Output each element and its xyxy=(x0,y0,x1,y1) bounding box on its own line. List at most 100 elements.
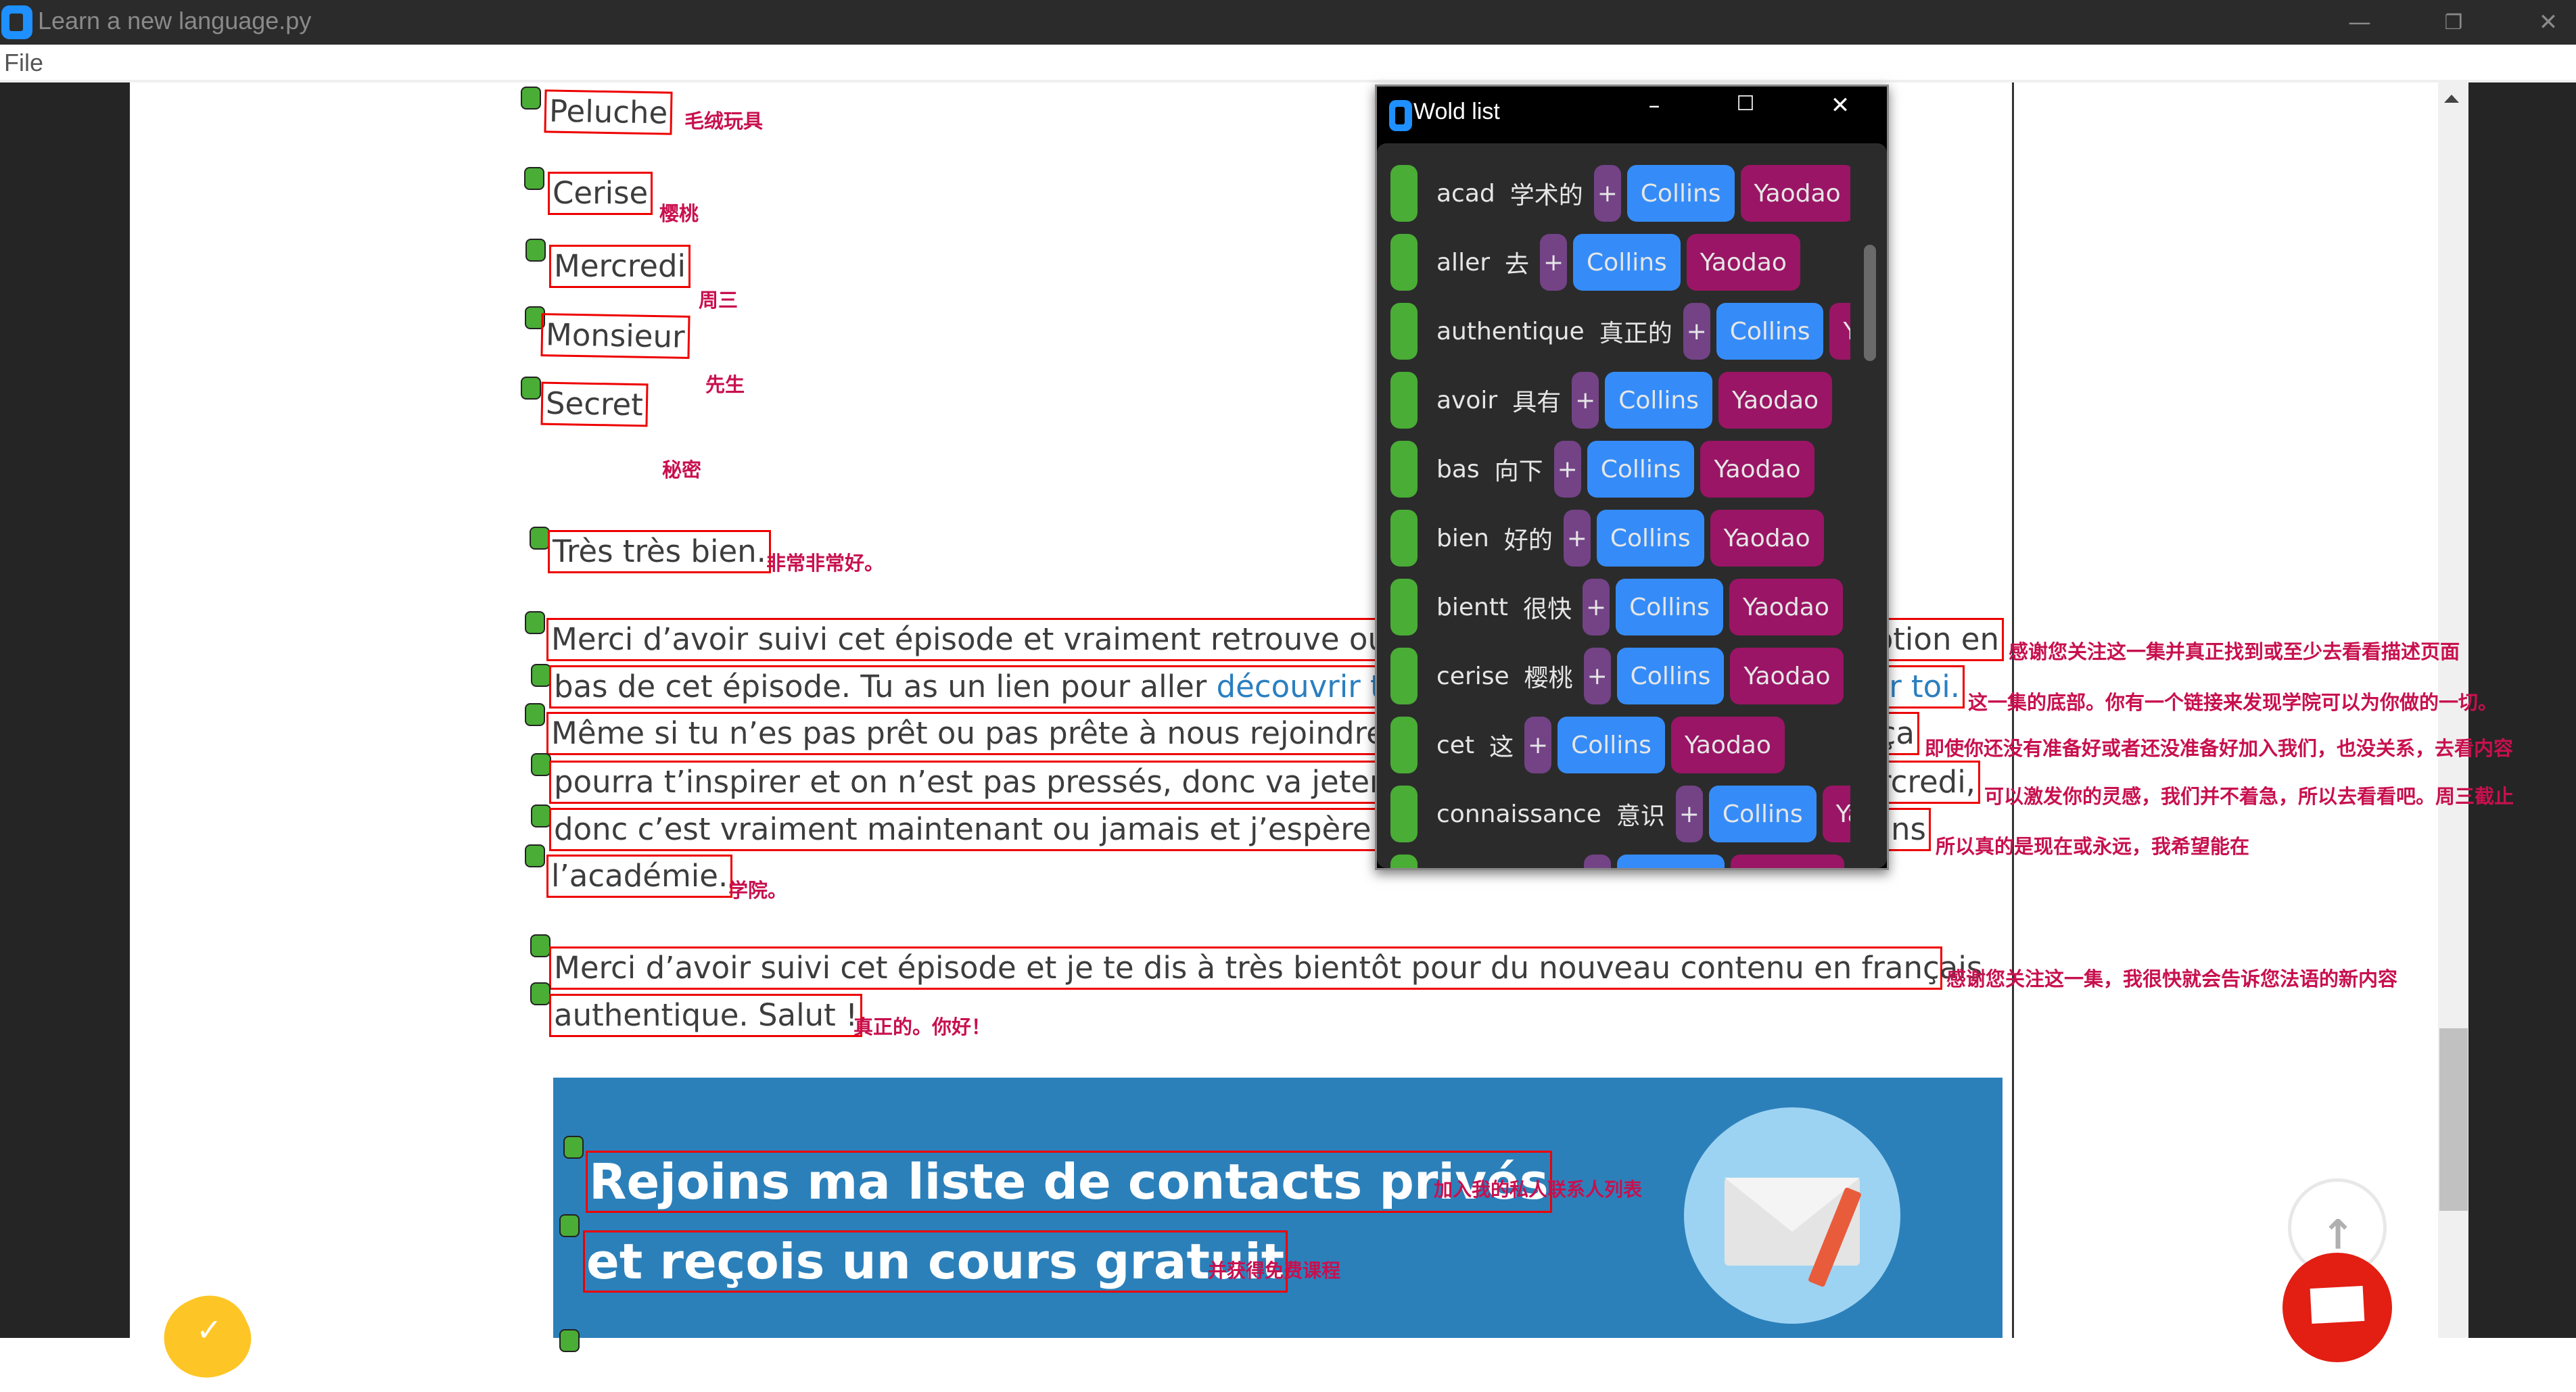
collins-button[interactable]: Collins xyxy=(1708,786,1817,842)
add-word-button[interactable]: + xyxy=(1563,510,1591,567)
banner-marker[interactable] xyxy=(559,1214,580,1237)
scrollbar-thumb[interactable] xyxy=(2439,1028,2468,1211)
yaodao-button[interactable]: Yaodao xyxy=(1686,234,1800,291)
word-known-toggle[interactable] xyxy=(1390,648,1418,704)
yaodao-button[interactable]: Yaodao xyxy=(1710,510,1824,567)
add-word-button[interactable]: + xyxy=(1572,372,1599,429)
banner-subheading[interactable]: et reçois un cours gratuit xyxy=(583,1230,1288,1293)
yaodao-button[interactable]: Yaodao xyxy=(1730,855,1844,868)
banner-subheading-translation: 并获得免费课程 xyxy=(1208,1259,1341,1282)
add-word-button[interactable]: + xyxy=(1583,648,1611,704)
minimize-button[interactable]: — xyxy=(2319,0,2400,45)
window-title: Learn a new language.py xyxy=(38,7,312,34)
collins-button[interactable]: Collins xyxy=(1605,372,1712,429)
yaodao-button[interactable]: Yaodao xyxy=(1829,303,1850,360)
sentence-marker[interactable] xyxy=(531,664,551,687)
add-word-button[interactable]: + xyxy=(1553,441,1581,498)
word-list-maximize-button[interactable]: ☐ xyxy=(1725,92,1766,116)
word-known-toggle[interactable] xyxy=(1390,441,1418,498)
word-known-toggle[interactable] xyxy=(1390,165,1418,222)
add-word-button[interactable]: + xyxy=(1584,855,1612,868)
vocab-marker[interactable] xyxy=(521,87,541,110)
sentence-line[interactable]: Merci d’avoir suivi cet épisode et je te… xyxy=(549,946,1982,990)
vocab-word[interactable]: Peluche xyxy=(544,89,673,135)
yaodao-button[interactable]: Yaodao xyxy=(1730,648,1844,704)
word-known-toggle[interactable] xyxy=(1390,855,1418,868)
word-list-row: authentique 真正的 +CollinsYaodao xyxy=(1390,303,1850,360)
word-list-word: cerise xyxy=(1436,662,1509,690)
banner-heading[interactable]: Rejoins ma liste de contacts privés xyxy=(586,1151,1552,1213)
sentence-marker[interactable] xyxy=(531,753,551,776)
sentence-line[interactable]: l’académie. xyxy=(546,855,733,898)
add-word-button[interactable]: + xyxy=(1675,786,1703,842)
vocab-marker[interactable] xyxy=(525,239,546,262)
word-list-window: Wold list – ☐ ✕ acad 学术的 + Collins Yaodao all… xyxy=(1375,85,1889,870)
add-word-button[interactable]: + xyxy=(1540,234,1568,291)
scroll-up-arrow-icon[interactable] xyxy=(2444,95,2459,103)
sentence-marker[interactable] xyxy=(525,703,545,726)
vocab-word[interactable]: Mercredi xyxy=(549,245,691,288)
collins-button[interactable]: Collins xyxy=(1587,441,1695,498)
restore-button[interactable]: ❐ xyxy=(2413,0,2494,45)
sentence-marker[interactable] xyxy=(525,844,545,867)
yaodao-button[interactable]: Yaodao xyxy=(1670,717,1785,773)
word-list-close-button[interactable]: ✕ xyxy=(1820,92,1860,119)
add-word-button[interactable]: + xyxy=(1583,579,1610,635)
collins-button[interactable]: Collins xyxy=(1596,510,1704,567)
sentence-marker[interactable] xyxy=(531,805,551,827)
check-lines-icon: ✓ xyxy=(196,1312,223,1348)
menu-bar: File xyxy=(0,45,2576,82)
collins-button[interactable]: Collins xyxy=(1616,648,1725,704)
sentence-line[interactable]: authentique. Salut ! xyxy=(549,994,863,1037)
sentence-translation: 真正的。你好！ xyxy=(853,1015,991,1038)
word-list-translation: 好的 xyxy=(1503,527,1553,554)
yaodao-button[interactable]: Yaodao xyxy=(1700,441,1814,498)
sentence-marker[interactable] xyxy=(530,934,551,957)
yaodao-button[interactable]: Yaodao xyxy=(1822,786,1850,842)
sentence-text: Même si tu n’es pas prêt ou pas prête à … xyxy=(551,715,1395,751)
add-word-button[interactable]: + xyxy=(1593,165,1621,222)
collins-button[interactable]: Collins xyxy=(1573,234,1681,291)
word-list-scrollbar[interactable] xyxy=(1864,245,1876,361)
vocab-word[interactable]: Secret xyxy=(540,381,649,427)
collins-button[interactable]: Collins xyxy=(1716,303,1824,360)
add-word-button[interactable]: + xyxy=(1683,303,1710,360)
vocab-word[interactable]: Très très bien. xyxy=(548,530,771,573)
word-list-word: bien xyxy=(1436,524,1489,552)
sentence-text: bas de cet épisode. Tu as un lien pour a… xyxy=(554,669,1217,704)
vocab-marker[interactable] xyxy=(524,167,544,190)
yaodao-button[interactable]: Yaodao xyxy=(1740,165,1850,222)
vocab-marker[interactable] xyxy=(521,377,541,400)
close-button[interactable]: ✕ xyxy=(2508,0,2576,45)
collins-button[interactable]: Collins xyxy=(1558,717,1665,773)
menu-file[interactable]: File xyxy=(4,49,43,77)
word-known-toggle[interactable] xyxy=(1390,303,1418,360)
yaodao-button[interactable]: Yaodao xyxy=(1718,372,1833,429)
collins-button[interactable]: Collins xyxy=(1617,855,1725,868)
yaodao-button[interactable]: Yaodao xyxy=(1729,579,1843,635)
collins-button[interactable]: Collins xyxy=(1616,579,1723,635)
vocab-word[interactable]: Monsieur xyxy=(540,313,690,359)
word-known-toggle[interactable] xyxy=(1390,510,1418,567)
word-known-toggle[interactable] xyxy=(1390,786,1418,842)
collins-button[interactable]: Collins xyxy=(1626,165,1735,222)
sentence-marker[interactable] xyxy=(530,982,551,1005)
word-list-body: acad 学术的 + Collins Yaodao aller 去 + Collins Yaoda… xyxy=(1377,143,1887,868)
word-known-toggle[interactable] xyxy=(1390,717,1418,773)
sentence-marker[interactable] xyxy=(525,611,545,634)
word-list-row: connaissance 意识 +CollinsYaodao xyxy=(1390,786,1850,842)
word-known-toggle[interactable] xyxy=(1390,579,1418,635)
academy-link[interactable]: découvrir to xyxy=(1217,669,1401,704)
vocab-word[interactable]: Cerise xyxy=(548,172,653,215)
banner-marker[interactable] xyxy=(563,1136,584,1159)
vocab-marker[interactable] xyxy=(530,527,550,550)
word-known-toggle[interactable] xyxy=(1390,234,1418,291)
word-list-minimize-button[interactable]: – xyxy=(1634,92,1675,119)
sentence-translation: 感谢您关注这一集并真正找到或至少去看看描述页面 xyxy=(2009,640,2460,663)
add-word-button[interactable]: + xyxy=(1524,717,1552,773)
sentence-translation: 即使你还没有准备好或者还没准备好加入我们，也没关系，去看内容 xyxy=(1925,737,2514,760)
word-known-toggle[interactable] xyxy=(1390,372,1418,429)
word-list-translation: 这 xyxy=(1489,734,1514,761)
word-list-translation: 具有 xyxy=(1512,389,1562,416)
banner-marker[interactable] xyxy=(559,1329,580,1352)
